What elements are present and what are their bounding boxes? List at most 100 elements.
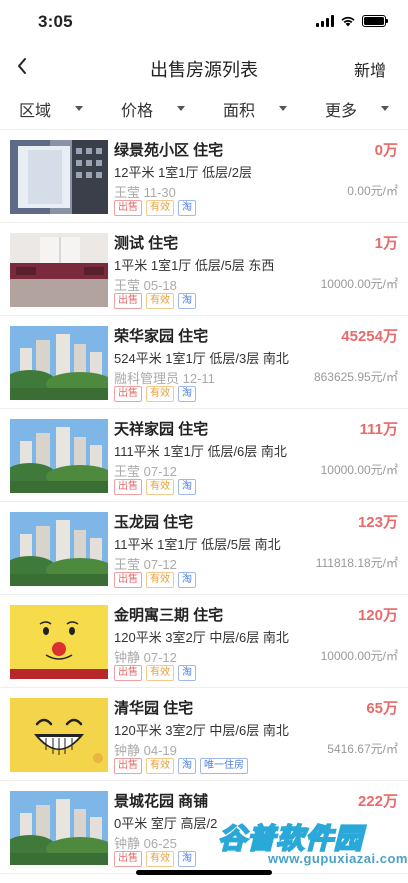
listing-agent: 王莹 07-12	[114, 464, 177, 479]
watermark-url: www.gupuxiazai.com	[268, 851, 408, 866]
listing-price: 45254万	[341, 328, 398, 345]
listing-title: 景城花园 商铺	[114, 793, 209, 810]
battery-icon	[362, 15, 388, 27]
tag-sale: 出售	[114, 293, 142, 309]
listing-thumbnail	[10, 791, 108, 865]
listing-spec: 0平米 室厅 高层/2	[114, 816, 218, 831]
listing-tags: 出售 有效 淘 唯一住房	[114, 758, 248, 774]
tag-valid: 有效	[146, 572, 174, 588]
filter-size-dropdown[interactable]: 面积	[204, 88, 306, 129]
tag-valid: 有效	[146, 386, 174, 402]
listing-unit-price: 10000.00元/㎡	[320, 649, 398, 663]
status-icons	[316, 15, 388, 27]
tag-only-home: 唯一住房	[200, 758, 248, 774]
listing-unit-price: 111818.18元/㎡	[315, 556, 398, 570]
filter-more-dropdown[interactable]: 更多	[306, 88, 408, 129]
listing-item[interactable]: 玉龙园 住宅 123万 11平米 1室1厅 低层/5层 南北 王莹 07-12 …	[0, 502, 408, 595]
listing-title: 清华园 住宅	[114, 700, 194, 717]
tag-valid: 有效	[146, 851, 174, 867]
listing-item[interactable]: 清华园 住宅 65万 120平米 3室2厅 中层/6层 南北 钟静 04-19 …	[0, 688, 408, 781]
tag-tao: 淘	[178, 293, 196, 309]
listing-spec: 120平米 3室2厅 中层/6层 南北	[114, 723, 289, 738]
listing-item[interactable]: 天祥家园 住宅 111万 111平米 1室1厅 低层/6层 南北 王莹 07-1…	[0, 409, 408, 502]
tag-sale: 出售	[114, 851, 142, 867]
tag-valid: 有效	[146, 665, 174, 681]
tag-valid: 有效	[146, 293, 174, 309]
listing-thumbnail	[10, 512, 108, 586]
tag-sale: 出售	[114, 572, 142, 588]
listing-agent: 王莹 07-12	[114, 557, 177, 572]
filter-label: 价格	[120, 102, 153, 120]
tag-sale: 出售	[114, 200, 142, 216]
wifi-icon	[341, 16, 355, 27]
filter-label: 区域	[18, 102, 51, 120]
watermark-logo: 谷普软件园 www.gupuxiazai.com	[217, 817, 407, 869]
tag-sale: 出售	[114, 758, 142, 774]
tag-tao: 淘	[178, 386, 196, 402]
listing-price: 0万	[374, 142, 398, 159]
listing-item[interactable]: 荣华家园 住宅 45254万 524平米 1室1厅 低层/3层 南北 融科管理员…	[0, 316, 408, 409]
listing-agent: 钟静 04-19	[114, 743, 177, 758]
listing-unit-price: 5416.67元/㎡	[327, 742, 398, 756]
listing-tags: 出售 有效 淘	[114, 293, 196, 309]
status-bar: 3:05	[0, 0, 408, 44]
listing-price: 1万	[374, 235, 398, 252]
filter-label: 更多	[324, 102, 357, 120]
tag-tao: 淘	[178, 200, 196, 216]
listing-thumbnail	[10, 419, 108, 493]
listing-spec: 12平米 1室1厅 低层/2层	[114, 165, 252, 180]
caret-down-icon	[75, 106, 83, 111]
caret-down-icon	[381, 106, 389, 111]
listing-item[interactable]: 测试 住宅 1万 1平米 1室1厅 低层/5层 东西 王莹 05-18 1000…	[0, 223, 408, 316]
tag-valid: 有效	[146, 479, 174, 495]
tag-valid: 有效	[146, 200, 174, 216]
tag-sale: 出售	[114, 479, 142, 495]
listing-tags: 出售 有效 淘	[114, 386, 196, 402]
listing-thumbnail	[10, 698, 108, 772]
listing-price: 120万	[357, 607, 398, 624]
listing-tags: 出售 有效 淘	[114, 572, 196, 588]
tag-tao: 淘	[178, 758, 196, 774]
tag-tao: 淘	[178, 851, 196, 867]
listing-title: 金明寓三期 住宅	[114, 607, 224, 624]
listing-title: 测试 住宅	[114, 235, 179, 252]
tag-valid: 有效	[146, 758, 174, 774]
tag-sale: 出售	[114, 665, 142, 681]
listing-unit-price: 863625.95元/㎡	[313, 370, 398, 384]
home-indicator	[136, 870, 272, 875]
filter-bar: 区域 价格 面积 更多	[0, 88, 408, 130]
filter-area-dropdown[interactable]: 区域	[0, 88, 102, 129]
listing-agent: 融科管理员 12-11	[114, 371, 215, 386]
caret-down-icon	[279, 106, 287, 111]
listing-price: 65万	[366, 700, 398, 717]
listing-list: 绿景苑小区 住宅 0万 12平米 1室1厅 低层/2层 王莹 11-30 0.0…	[0, 130, 408, 874]
listing-unit-price: 10000.00元/㎡	[320, 463, 398, 477]
add-button[interactable]: 新增	[354, 57, 386, 81]
listing-unit-price: 0.00元/㎡	[347, 184, 398, 198]
listing-thumbnail	[10, 140, 108, 214]
filter-label: 面积	[222, 102, 255, 120]
listing-title: 玉龙园 住宅	[114, 514, 194, 531]
listing-thumbnail	[10, 233, 108, 307]
listing-title: 荣华家园 住宅	[114, 328, 209, 345]
signal-icon	[316, 15, 334, 27]
listing-tags: 出售 有效 淘	[114, 851, 196, 867]
listing-tags: 出售 有效 淘	[114, 200, 196, 216]
listing-tags: 出售 有效 淘	[114, 665, 196, 681]
tag-sale: 出售	[114, 386, 142, 402]
listing-agent: 王莹 05-18	[114, 278, 177, 293]
listing-price: 222万	[357, 793, 398, 810]
listing-tags: 出售 有效 淘	[114, 479, 196, 495]
listing-item[interactable]: 绿景苑小区 住宅 0万 12平米 1室1厅 低层/2层 王莹 11-30 0.0…	[0, 130, 408, 223]
filter-price-dropdown[interactable]: 价格	[102, 88, 204, 129]
listing-title: 天祥家园 住宅	[114, 421, 209, 438]
listing-price: 123万	[357, 514, 398, 531]
listing-item[interactable]: 金明寓三期 住宅 120万 120平米 3室2厅 中层/6层 南北 钟静 07-…	[0, 595, 408, 688]
listing-thumbnail	[10, 605, 108, 679]
listing-unit-price: 10000.00元/㎡	[320, 277, 398, 291]
tag-tao: 淘	[178, 479, 196, 495]
nav-bar: 出售房源列表 新增	[0, 44, 408, 88]
listing-agent: 钟静 06-25	[114, 836, 177, 851]
listing-title: 绿景苑小区 住宅	[114, 142, 224, 159]
caret-down-icon	[177, 106, 185, 111]
